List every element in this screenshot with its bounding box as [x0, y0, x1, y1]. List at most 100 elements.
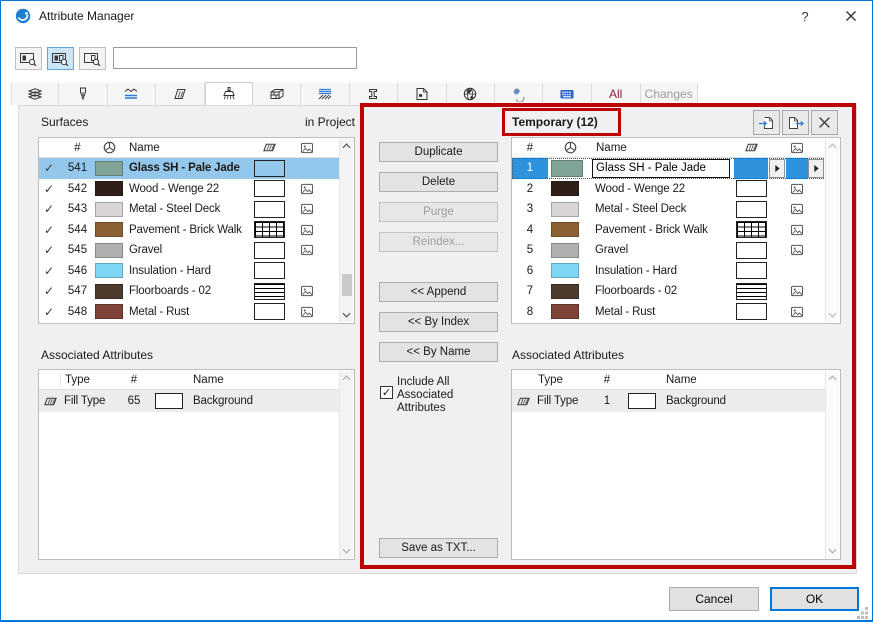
assoc-row[interactable]: Fill Type 65 Background — [39, 390, 340, 412]
scroll-up-arrow[interactable] — [340, 371, 353, 385]
table-row[interactable]: 4 Pavement - Brick Walk — [512, 220, 826, 241]
tab-building-materials[interactable] — [301, 83, 350, 105]
clear-x-icon — [818, 116, 831, 129]
texture-icon — [786, 179, 808, 200]
fill-popup-button[interactable] — [769, 158, 785, 178]
texture-icon — [786, 281, 808, 302]
table-row[interactable]: 6 Insulation - Hard — [512, 261, 826, 282]
texture-icon — [786, 240, 808, 261]
tab-changes[interactable]: Changes — [640, 83, 698, 105]
open-file-button[interactable] — [753, 110, 780, 135]
scroll-down-arrow[interactable] — [826, 308, 839, 322]
search-input[interactable] — [113, 47, 357, 69]
table-row[interactable]: 3 Metal - Steel Deck — [512, 199, 826, 220]
column-header-name: Name — [596, 141, 627, 154]
table-row[interactable]: ✓ 542 Wood - Wenge 22 — [39, 179, 340, 200]
tab-profiles[interactable] — [349, 83, 399, 105]
attr-index: 547 — [67, 285, 88, 298]
assoc-row[interactable]: Fill Type 1 Background — [512, 390, 826, 412]
delete-button[interactable]: Delete — [379, 172, 498, 192]
left-panel-title: Surfaces — [41, 115, 89, 129]
color-swatch — [95, 222, 123, 238]
table-row[interactable]: 7 Floorboards - 02 — [512, 281, 826, 302]
tab-operation-profiles[interactable] — [494, 83, 544, 105]
left-associated-table: Type # Name Fill Type 65 Background — [38, 369, 355, 560]
tab-line-types[interactable] — [107, 83, 157, 105]
table-row[interactable]: ✓ 548 Metal - Rust — [39, 302, 340, 323]
tab-cities[interactable] — [446, 83, 495, 105]
by-name-button[interactable]: << By Name — [379, 342, 498, 362]
tab-composites[interactable] — [252, 83, 302, 105]
texture-icon — [292, 281, 322, 302]
window-close-button[interactable] — [833, 1, 869, 31]
fill-swatch — [254, 241, 285, 259]
table-row[interactable]: 5 Gravel — [512, 240, 826, 261]
save-as-txt-button[interactable]: Save as TXT... — [379, 538, 498, 558]
right-table-scrollbar[interactable] — [825, 139, 839, 322]
help-button[interactable]: ? — [790, 1, 820, 31]
scroll-thumb[interactable] — [342, 274, 352, 296]
scroll-up-arrow[interactable] — [340, 139, 353, 153]
find-by-index-button[interactable] — [15, 47, 42, 70]
tab-zones[interactable] — [398, 83, 447, 105]
texture-swatch-selected — [786, 158, 808, 179]
table-row[interactable]: ✓ 545 Gravel — [39, 240, 340, 261]
table-row[interactable]: ✓ 543 Metal - Steel Deck — [39, 199, 340, 220]
table-row[interactable]: ✓ 546 Insulation - Hard — [39, 261, 340, 282]
tab-all[interactable]: All — [591, 83, 641, 105]
fill-swatch — [735, 200, 767, 218]
table-row[interactable]: ✓ 547 Floorboards - 02 — [39, 281, 340, 302]
include-associated-label: Include All Associated Attributes — [397, 376, 454, 414]
save-file-button[interactable] — [782, 110, 809, 135]
right-associated-title: Associated Attributes — [512, 348, 625, 362]
left-assoc-scrollbar[interactable] — [339, 371, 353, 558]
include-associated-checkbox[interactable]: ✓ — [380, 386, 393, 399]
clear-list-button[interactable] — [811, 110, 838, 135]
cancel-button[interactable]: Cancel — [669, 587, 759, 611]
append-button[interactable]: << Append — [379, 282, 498, 302]
tab-layers[interactable] — [11, 83, 60, 105]
table-row[interactable]: 2 Wood - Wenge 22 — [512, 179, 826, 200]
resize-grip[interactable] — [857, 607, 869, 619]
attr-index: 6 — [526, 264, 534, 277]
assoc-table-header: Type # Name — [512, 370, 826, 390]
texture-icon — [786, 220, 808, 241]
tab-surfaces[interactable] — [204, 82, 253, 105]
color-swatch — [551, 201, 579, 217]
attr-name: Pavement - Brick Walk — [595, 223, 708, 236]
fill-type-icon — [247, 138, 292, 157]
scroll-down-arrow[interactable] — [340, 308, 353, 322]
texture-icon — [292, 220, 322, 241]
right-assoc-scrollbar[interactable] — [825, 371, 839, 558]
texture-popup-button[interactable] — [808, 158, 824, 178]
fill-swatch — [735, 241, 767, 259]
open-file-icon — [759, 116, 773, 129]
tab-mep-systems[interactable] — [543, 83, 592, 105]
attr-name: Floorboards - 02 — [129, 285, 211, 298]
by-index-button[interactable]: << By Index — [379, 312, 498, 332]
duplicate-button[interactable]: Duplicate — [379, 142, 498, 162]
attr-name-input[interactable] — [592, 158, 730, 178]
find-by-index-and-name-button[interactable] — [47, 47, 74, 70]
color-swatch — [551, 222, 579, 238]
assoc-name: Background — [666, 395, 726, 407]
scroll-up-arrow[interactable] — [826, 371, 839, 385]
assoc-table-header: Type # Name — [39, 370, 340, 390]
fill-swatch — [735, 262, 767, 280]
color-swatch — [95, 283, 123, 299]
check-icon: ✓ — [44, 161, 55, 176]
scroll-down-arrow[interactable] — [340, 544, 353, 558]
scroll-up-arrow[interactable] — [826, 139, 839, 153]
find-by-name-button[interactable] — [79, 47, 106, 70]
left-table-scrollbar[interactable] — [339, 139, 353, 322]
attr-index: 1 — [512, 158, 548, 179]
table-row[interactable]: ✓ 541 Glass SH - Pale Jade — [39, 158, 340, 179]
ok-button[interactable]: OK — [770, 587, 859, 611]
scroll-down-arrow[interactable] — [826, 544, 839, 558]
tab-fills[interactable] — [156, 83, 205, 105]
tab-pens[interactable] — [59, 83, 108, 105]
table-row[interactable]: 8 Metal - Rust — [512, 302, 826, 323]
attr-name: Gravel — [129, 244, 162, 257]
table-row-editing[interactable]: 1 — [512, 158, 826, 179]
table-row[interactable]: ✓ 544 Pavement - Brick Walk — [39, 220, 340, 241]
